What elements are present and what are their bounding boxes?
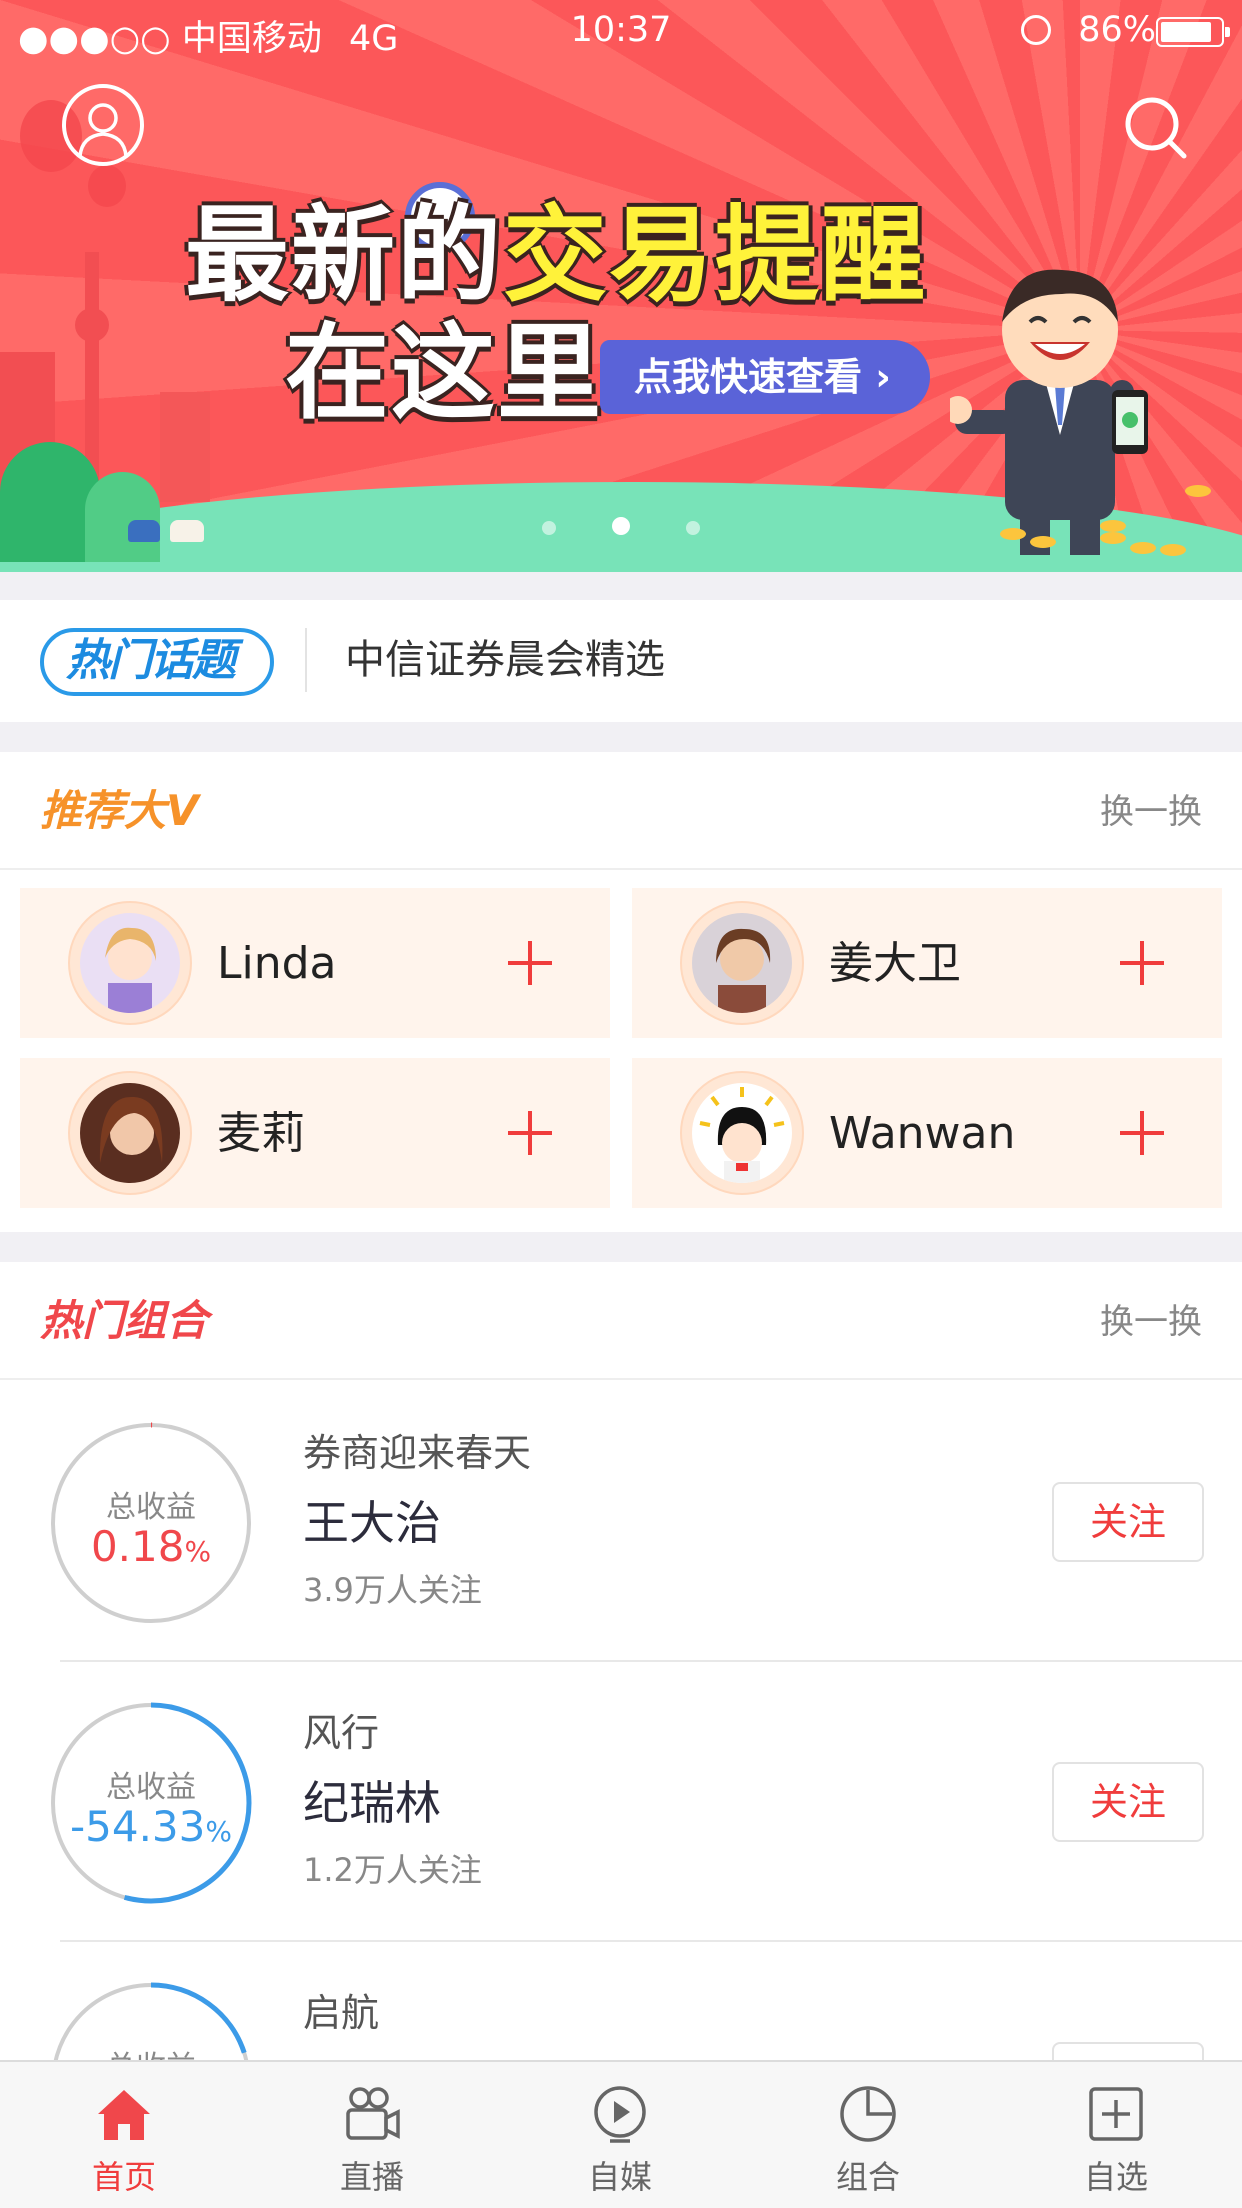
recommend-name: 麦莉: [217, 1108, 305, 1159]
avatar: [80, 913, 180, 1013]
headline-line2: 在这里: [285, 312, 604, 434]
hot-topic-text[interactable]: 中信证券晨会精选: [345, 632, 665, 688]
section-header: 热门组合 换一换: [0, 1262, 1242, 1380]
add-follow-icon[interactable]: [1120, 1111, 1164, 1155]
rotation-lock-icon: [1021, 15, 1052, 45]
avatar: [692, 913, 792, 1013]
user-profile-button[interactable]: [62, 84, 144, 166]
portfolio-subtitle: 风行: [303, 1711, 380, 1755]
camera-icon: [346, 2087, 400, 2140]
tower-ball-decoration: [75, 308, 109, 342]
section-title-recommend: 推荐大V: [40, 786, 199, 835]
status-bar: ●●●○○ 中国移动 4G 10:37 86%: [0, 0, 1242, 62]
businessman-mascot-illustration: [950, 269, 1148, 555]
add-square-icon: [1089, 2087, 1143, 2141]
avatar: [80, 1083, 180, 1183]
gauge-label: 总收益: [106, 1490, 196, 1525]
tab-watchlist[interactable]: 自选: [992, 2062, 1240, 2208]
hot-topic-bar[interactable]: 热门话题 中信证券晨会精选: [0, 600, 1242, 722]
portfolio-row[interactable]: 总收益 0.18% 券商迎来春天 王大治 3.9万人关注 关注: [0, 1382, 1242, 1662]
battery-info: 86%: [1021, 10, 1156, 50]
portfolio-subtitle: 启航: [303, 1991, 380, 2035]
recommend-card[interactable]: 麦莉: [20, 1058, 610, 1208]
recommend-section: 推荐大V 换一换 Linda 姜大卫 麦莉 Wanwan: [0, 752, 1242, 1232]
user-avatar-icon: [78, 103, 128, 157]
avatar: [692, 1083, 792, 1183]
refresh-portfolio-button[interactable]: 换一换: [1100, 1298, 1202, 1346]
portfolio-row[interactable]: 总收益 -54.33% 风行 纪瑞林 1.2万人关注 关注: [0, 1662, 1242, 1942]
tab-label: 组合: [835, 2158, 900, 2196]
play-icon: [594, 2086, 646, 2143]
recommend-card[interactable]: 姜大卫: [632, 888, 1222, 1038]
add-follow-icon[interactable]: [1120, 941, 1164, 985]
add-follow-icon[interactable]: [508, 941, 552, 985]
tab-label: 自媒: [587, 2158, 652, 2196]
tab-label: 直播: [339, 2158, 404, 2196]
portfolio-section: 热门组合 换一换 总收益 0.18% 券商迎来春天 王大治 3.9万人关注 关注…: [0, 1262, 1242, 2184]
tab-label: 首页: [91, 2158, 156, 2196]
carousel-dot[interactable]: [686, 521, 700, 535]
return-value: -54.33%: [69, 1802, 232, 1851]
recommend-card[interactable]: Wanwan: [632, 1058, 1222, 1208]
search-icon[interactable]: [1120, 92, 1192, 164]
carousel-dot[interactable]: [542, 521, 556, 535]
recommend-card[interactable]: Linda: [20, 888, 610, 1038]
section-header: 推荐大V 换一换: [0, 752, 1242, 870]
carousel-dot-active[interactable]: [612, 517, 630, 535]
tab-label: 自选: [1083, 2158, 1148, 2196]
headline-accent: 交易提醒: [503, 194, 928, 316]
add-follow-icon[interactable]: [508, 1111, 552, 1155]
portfolio-manager: 纪瑞林: [303, 1776, 441, 1830]
bottom-tab-bar: 首页 直播 自媒 组合 自选: [0, 2060, 1242, 2208]
tab-home[interactable]: 首页: [0, 2062, 248, 2208]
tab-media[interactable]: 自媒: [496, 2062, 744, 2208]
banner-cta-button[interactable]: 点我快速查看 ›: [600, 340, 930, 414]
battery-percentage: 86%: [1078, 10, 1156, 50]
recommend-name: Wanwan: [829, 1108, 1016, 1159]
battery-icon: [1156, 17, 1230, 47]
gauge-label: 总收益: [106, 1770, 196, 1805]
home-icon: [98, 2090, 150, 2140]
balloon-decoration-small: [88, 165, 126, 207]
building-decoration-2: [160, 392, 210, 502]
tab-portfolio[interactable]: 组合: [744, 2062, 992, 2208]
portfolio-manager: 王大治: [303, 1496, 441, 1550]
promo-banner[interactable]: 最新的交易提醒 在这里 点我快速查看 › ●●●○○ 中国移动 4G 10:37…: [0, 0, 1242, 572]
tab-live[interactable]: 直播: [248, 2062, 496, 2208]
hot-topic-badge: 热门话题: [40, 628, 274, 696]
return-value: 0.18%: [90, 1522, 212, 1571]
carousel-indicator: [0, 517, 1242, 539]
recommend-name: Linda: [217, 938, 337, 989]
portfolio-subtitle: 券商迎来春天: [303, 1431, 532, 1475]
divider: [305, 628, 307, 692]
pie-icon: [840, 2086, 896, 2142]
follower-count: 3.9万人关注: [303, 1571, 482, 1609]
refresh-recommend-button[interactable]: 换一换: [1100, 788, 1202, 836]
follower-count: 1.2万人关注: [303, 1851, 482, 1889]
banner-headline: 最新的交易提醒 在这里: [185, 200, 927, 428]
follow-button[interactable]: 关注: [1052, 1482, 1204, 1562]
headline-part1: 最新的: [185, 194, 504, 316]
recommend-name: 姜大卫: [829, 938, 961, 989]
follow-button[interactable]: 关注: [1052, 1762, 1204, 1842]
section-title-portfolio: 热门组合: [40, 1296, 209, 1345]
